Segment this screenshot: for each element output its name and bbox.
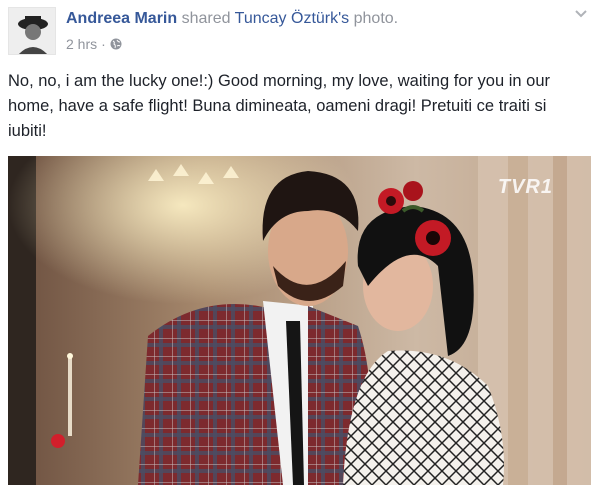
post-header: Andreea Marin shared Tuncay Öztürk's pho…	[66, 9, 398, 29]
meta-separator: ·	[101, 36, 106, 52]
author-avatar[interactable]	[8, 7, 56, 55]
post-timestamp[interactable]: 2 hrs	[66, 35, 97, 53]
shared-target-link[interactable]: Tuncay Öztürk's	[235, 10, 350, 27]
post-message: No, no, i am the lucky one!:) Good morni…	[8, 72, 551, 140]
chevron-down-icon[interactable]	[573, 6, 589, 22]
post-meta: 2 hrs ·	[66, 35, 122, 53]
shared-object: photo.	[353, 10, 399, 27]
facebook-post: Andreea Marin shared Tuncay Öztürk's pho…	[0, 0, 597, 489]
shared-label: shared	[181, 10, 231, 27]
author-name[interactable]: Andreea Marin	[66, 10, 177, 27]
globe-icon[interactable]	[110, 38, 122, 50]
avatar-image	[9, 8, 55, 54]
photo-scene	[8, 156, 591, 485]
shared-photo[interactable]: TVR1	[8, 156, 591, 485]
photo-watermark: TVR1	[497, 176, 553, 198]
